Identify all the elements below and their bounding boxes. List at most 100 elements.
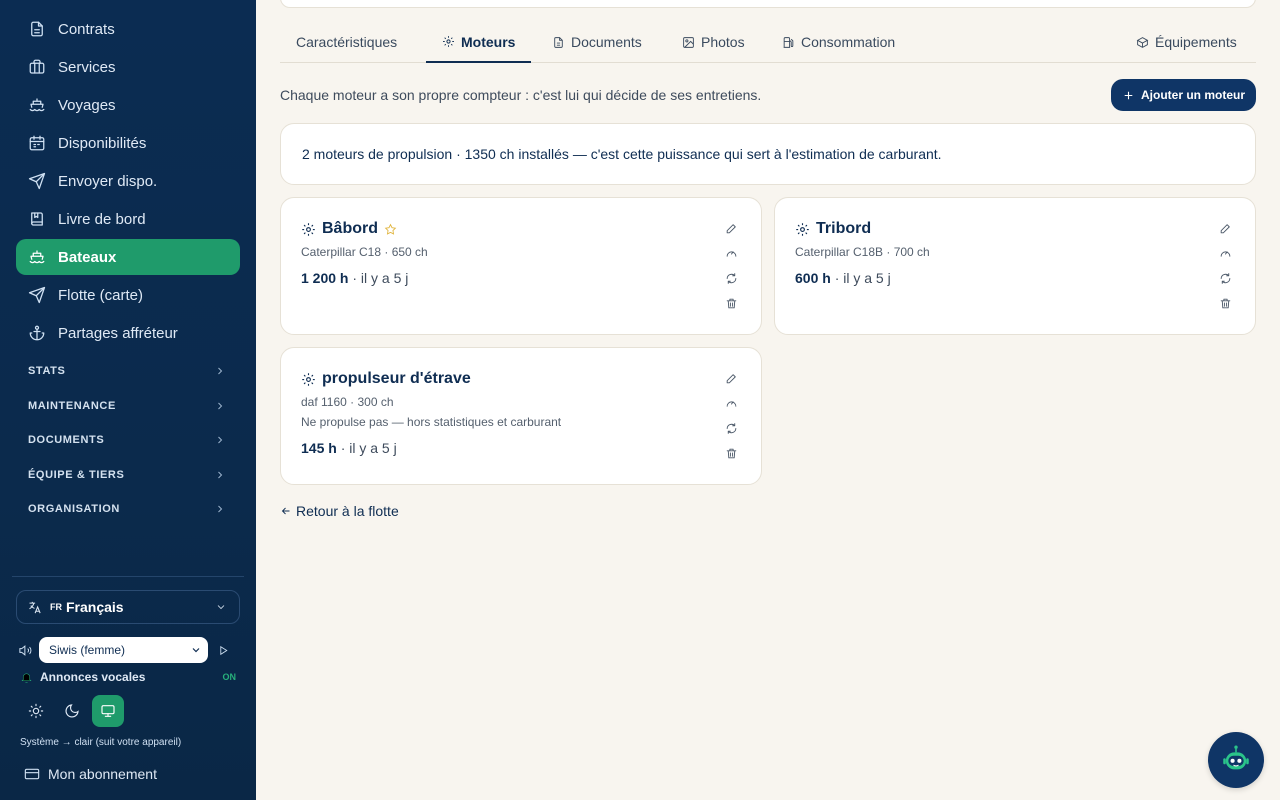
sidebar-group-organisation[interactable]: ORGANISATION (16, 496, 240, 522)
sidebar-item-flotte-carte[interactable]: Flotte (carte) (16, 277, 240, 313)
tab-label: Caractéristiques (296, 34, 398, 50)
engine-card-tribord: Tribord Caterpillar C18B · 700 ch 600 h … (774, 197, 1256, 335)
tab-label: Documents (571, 34, 642, 50)
gauge-icon (726, 400, 736, 407)
sidebar-item-label: Voyages (58, 96, 116, 114)
sidebar-item-livre-de-bord[interactable]: Livre de bord (16, 201, 240, 237)
fuel-icon (783, 36, 794, 48)
pencil-icon (726, 373, 736, 383)
trash-icon (726, 448, 736, 458)
tab-documents[interactable]: Documents (536, 22, 658, 62)
chevron-down-icon (217, 605, 225, 610)
robot-icon (1223, 745, 1249, 770)
sidebar-item-label: Disponibilités (58, 134, 147, 152)
tab-caracteristiques[interactable]: Caractéristiques (280, 22, 413, 62)
trash-icon (1220, 298, 1230, 308)
engine-hours: 145 h · il y a 5 j (301, 440, 397, 456)
sidebar-item-services[interactable]: Services (16, 49, 240, 85)
translate-icon (29, 601, 41, 613)
sidebar-group-label: ÉQUIPE & TIERS (28, 469, 125, 481)
tab-consommation[interactable]: Consommation (766, 22, 911, 62)
chevron-right-icon (218, 367, 223, 375)
theme-system-button[interactable] (92, 695, 124, 727)
tab-moteurs[interactable]: Moteurs (426, 22, 532, 63)
edit-engine-button[interactable] (723, 370, 739, 386)
sidebar-group-stats[interactable]: STATS (16, 358, 240, 384)
replace-engine-button[interactable] (1217, 270, 1233, 286)
chevron-down-icon (192, 648, 200, 653)
sidebar-item-contrats[interactable]: Contrats (16, 11, 240, 47)
voice-select[interactable]: Siwis (femme) (39, 637, 208, 663)
anchor-icon (28, 324, 46, 342)
subscription-link[interactable]: Mon abonnement (24, 766, 157, 782)
edit-engine-button[interactable] (1217, 220, 1233, 236)
theme-light-button[interactable] (20, 695, 52, 727)
sidebar-item-partages-affreteur[interactable]: Partages affréteur (16, 315, 240, 351)
back-link-label: Retour à la flotte (296, 503, 399, 519)
sidebar-item-label: Envoyer dispo. (58, 172, 158, 190)
chevron-right-icon (218, 436, 223, 444)
edit-engine-button[interactable] (723, 220, 739, 236)
update-hours-button[interactable] (1217, 245, 1233, 261)
sidebar-item-bateaux[interactable]: Bateaux (16, 239, 240, 275)
gear-icon (302, 222, 315, 236)
sidebar-item-label: Bateaux (58, 248, 117, 266)
engine-card-propulseur: propulseur d'étrave daf 1160 · 300 ch Ne… (280, 347, 762, 485)
briefcase-icon (28, 58, 46, 76)
refresh-icon (1220, 272, 1230, 284)
engine-title: Tribord (795, 220, 871, 238)
update-hours-button[interactable] (723, 395, 739, 411)
engine-hours-value: 600 h (795, 270, 831, 286)
book-icon (28, 210, 46, 228)
refresh-icon (726, 272, 736, 284)
voice-announcements-toggle[interactable]: Annonces vocales ON (20, 669, 238, 685)
tab-photos[interactable]: Photos (666, 22, 761, 62)
engine-hours-ago: · il y a 5 j (348, 270, 409, 286)
engine-spec: daf 1160 · 300 ch (301, 395, 394, 409)
language-name: Français (66, 599, 124, 615)
chevron-right-icon (218, 505, 223, 513)
tab-equipements[interactable]: Équipements (1120, 22, 1253, 62)
play-icon[interactable] (217, 644, 230, 657)
replace-engine-button[interactable] (723, 270, 739, 286)
theme-dark-button[interactable] (56, 695, 88, 727)
document-icon (554, 36, 563, 48)
engine-hours: 1 200 h · il y a 5 j (301, 270, 408, 286)
delete-engine-button[interactable] (1217, 295, 1233, 311)
calendar-icon (28, 134, 46, 152)
sidebar-item-label: Partages affréteur (58, 324, 178, 342)
bell-icon (21, 673, 32, 683)
tab-label: Consommation (801, 34, 896, 50)
engine-actions (723, 370, 739, 470)
sidebar-item-disponibilites[interactable]: Disponibilités (16, 125, 240, 161)
sidebar-item-envoyer-dispo[interactable]: Envoyer dispo. (16, 163, 240, 199)
monitor-icon (101, 705, 115, 717)
engine-name: Tribord (816, 220, 872, 237)
delete-engine-button[interactable] (723, 295, 739, 311)
sidebar-group-equipe-tiers[interactable]: ÉQUIPE & TIERS (16, 462, 240, 488)
update-hours-button[interactable] (723, 245, 739, 261)
star-icon[interactable] (384, 223, 397, 236)
sidebar-group-label: STATS (28, 365, 66, 377)
document-icon (28, 20, 46, 38)
pencil-icon (1220, 223, 1230, 233)
replace-engine-button[interactable] (723, 420, 739, 436)
header-card (280, 0, 1256, 8)
announcements-state: ON (222, 672, 237, 682)
sidebar-group-documents[interactable]: DOCUMENTS (16, 427, 240, 453)
sidebar-item-voyages[interactable]: Voyages (16, 87, 240, 123)
chevron-right-icon (218, 402, 223, 410)
gear-icon (443, 36, 454, 47)
tab-label: Équipements (1155, 34, 1237, 50)
back-to-fleet-link[interactable]: Retour à la flotte (280, 503, 399, 519)
image-icon (683, 36, 694, 48)
delete-engine-button[interactable] (723, 445, 739, 461)
sidebar-item-label: Services (58, 58, 116, 76)
sidebar-group-maintenance[interactable]: MAINTENANCE (16, 393, 240, 419)
add-engine-button[interactable]: Ajouter un moteur (1111, 79, 1256, 111)
sun-icon (28, 703, 44, 719)
assistant-bot-button[interactable] (1208, 732, 1264, 788)
arrow-left-icon (281, 507, 290, 515)
engine-note: Ne propulse pas — hors statistiques et c… (301, 415, 562, 429)
language-selector[interactable]: FR Français (16, 590, 240, 624)
